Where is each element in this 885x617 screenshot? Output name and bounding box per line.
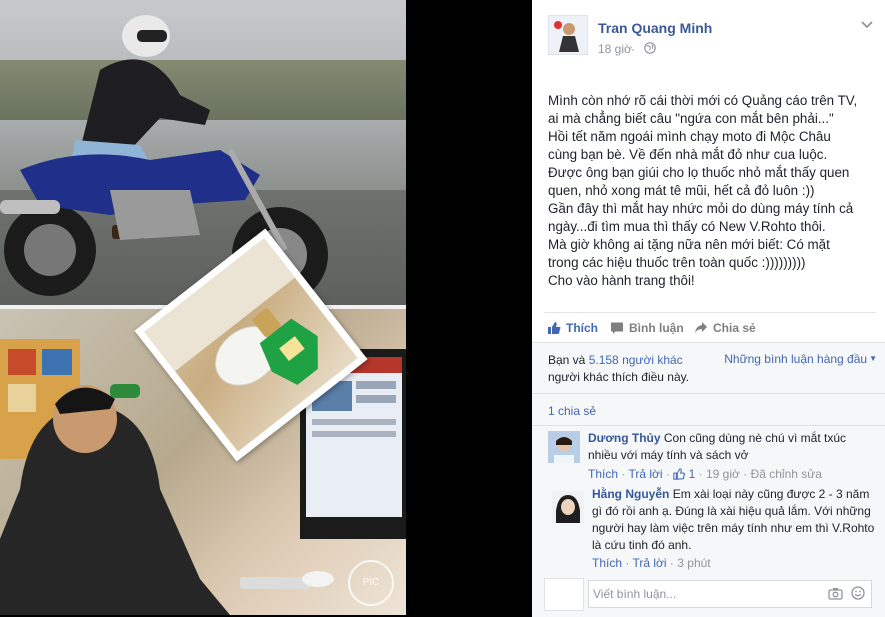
meta-separator: · <box>665 467 670 481</box>
meta-separator: · <box>743 467 748 481</box>
post-header: Tran Quang Minh 18 giờ · <box>532 0 885 70</box>
emoji-icon[interactable] <box>851 586 865 600</box>
photo-watermark-logo: PIC <box>348 560 394 606</box>
camera-icon[interactable] <box>828 587 843 600</box>
comment-filter-label: Những bình luận hàng đầu <box>724 352 868 366</box>
post-photo-collage[interactable]: PIC <box>0 0 406 615</box>
comment-item: Hằng Nguyễn Em xài loại này cũng được 2 … <box>532 485 885 577</box>
comment-like-count[interactable]: 1 <box>689 467 696 481</box>
comment-reply-button[interactable]: Trả lời <box>632 556 666 570</box>
comment-composer <box>532 577 885 617</box>
comment-author[interactable]: Dương Thủy <box>588 431 661 445</box>
avatar-image <box>549 16 587 54</box>
post-text: Mình còn nhớ rõ cái thời mới có Quảng cá… <box>548 92 878 290</box>
post-action-bar: Thích Bình luận Chia sẻ <box>544 312 876 344</box>
author-name[interactable]: Tran Quang Minh <box>598 20 712 36</box>
comment-time[interactable]: 3 phút <box>677 556 710 570</box>
comment-content: Dương Thủy Con cũng dùng nè chú vì mắt t… <box>588 430 878 464</box>
comment-content: Hằng Nguyễn Em xài loại này cũng được 2 … <box>592 486 878 554</box>
share-label: Chia sẻ <box>713 321 756 335</box>
post-text-line: Được ông bạn giúi cho lọ thuốc nhỏ mắt t… <box>548 165 850 180</box>
share-icon <box>695 322 707 333</box>
globe-icon <box>644 42 656 54</box>
caret-down-icon: ▼ <box>869 354 877 363</box>
comment-meta: Thích · Trả lời · 3 phút <box>592 556 711 570</box>
thumbs-up-icon <box>548 322 561 334</box>
chevron-down-icon[interactable] <box>861 20 873 30</box>
likes-suffix: người khác thích điều này. <box>548 370 690 384</box>
likes-count-link[interactable]: 5.158 người khác <box>589 353 683 367</box>
post-text-line: Cho vào hành trang thôi! <box>548 273 695 288</box>
post-text-line: Mà giờ không ai tặng nữa nên mới biết: C… <box>548 237 830 252</box>
shares-count-link[interactable]: 1 chia sẻ <box>548 404 596 418</box>
comment-button[interactable]: Bình luận <box>610 321 684 335</box>
comment-icon <box>611 322 623 334</box>
post-text-line: trong các hiệu thuốc trên toàn quốc :)))… <box>548 255 806 270</box>
meta-separator: · <box>625 556 630 570</box>
likes-prefix: Bạn và <box>548 353 589 367</box>
comment-time[interactable]: 19 giờ <box>706 467 740 481</box>
comment-like-button[interactable]: Thích <box>588 467 618 481</box>
comment-author[interactable]: Hằng Nguyễn <box>592 487 669 501</box>
avatar-image <box>552 491 584 523</box>
commenter-avatar[interactable] <box>548 431 580 463</box>
likes-summary: Bạn và 5.158 người khác người khác thích… <box>548 352 713 386</box>
photo-viewer[interactable]: PIC <box>0 0 531 617</box>
comment-meta: Thích · Trả lời · 1 · 19 giờ · Đã chỉnh … <box>588 467 822 481</box>
like-label: Thích <box>566 321 598 335</box>
engagement-section: Bạn và 5.158 người khác người khác thích… <box>532 342 885 617</box>
comment-reply-button[interactable]: Trả lời <box>628 467 662 481</box>
current-user-avatar <box>544 578 584 611</box>
meta-separator: · <box>698 467 703 481</box>
commenter-avatar[interactable] <box>552 491 584 523</box>
motorcycle-illustration <box>0 15 328 303</box>
comment-edited-label[interactable]: Đã chỉnh sửa <box>751 467 822 481</box>
comment-filter-dropdown[interactable]: Những bình luận hàng đầu ▼ <box>724 352 877 366</box>
author-avatar[interactable] <box>548 15 588 55</box>
timestamp-separator: · <box>631 42 635 56</box>
post-text-line: quen, nhỏ xong mát tê mũi, hết cả đỏ luô… <box>548 183 815 198</box>
shares-row: 1 chia sẻ <box>532 393 885 426</box>
post-text-line: Gần đây thì mắt hay nhức mỏi do dùng máy… <box>548 201 854 216</box>
post-text-line: cùng bạn bè. Về đến nhà mắt đỏ như cua l… <box>548 147 828 162</box>
comment-like-button[interactable]: Thích <box>592 556 622 570</box>
avatar-image <box>548 431 580 463</box>
comment-label: Bình luận <box>629 321 684 335</box>
post-text-line: Mình còn nhớ rõ cái thời mới có Quảng cá… <box>548 93 858 108</box>
post-timestamp[interactable]: 18 giờ <box>598 42 632 56</box>
meta-separator: · <box>621 467 626 481</box>
like-button[interactable]: Thích <box>547 321 598 335</box>
post-text-line: Hồi tết năm ngoái mình chạy moto đi Mộc … <box>548 129 831 144</box>
share-button[interactable]: Chia sẻ <box>694 321 756 335</box>
post-text-line: ngày...đi tìm mua thì thấy có New V.Roht… <box>548 219 826 234</box>
post-panel: Tran Quang Minh 18 giờ · Mình còn nhớ rõ… <box>532 0 885 617</box>
meta-separator: · <box>669 556 674 570</box>
photo-motorcycle-rider <box>0 0 406 305</box>
post-text-line: ai mà chẳng biết câu "ngứa con mắt bên p… <box>548 111 834 126</box>
thumbs-up-icon <box>673 468 686 480</box>
